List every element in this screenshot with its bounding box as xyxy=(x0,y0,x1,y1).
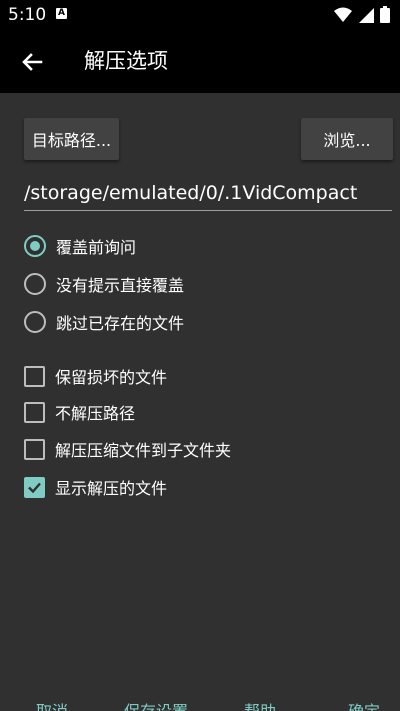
destination-path-input[interactable]: /storage/emulated/0/.1VidCompact xyxy=(24,178,392,211)
status-bar: 5:10 A xyxy=(0,0,400,30)
radio-label: 没有提示直接覆盖 xyxy=(56,276,185,295)
battery-icon xyxy=(380,6,390,23)
checkbox-indicator xyxy=(24,476,45,498)
checkbox-extract-to-subfolder[interactable]: 解压压缩文件到子文件夹 xyxy=(24,434,231,464)
checkbox-keep-broken-files[interactable]: 保留损坏的文件 xyxy=(24,361,167,391)
notification-badge: A xyxy=(56,8,67,19)
checkbox-show-extracted-files[interactable]: 显示解压的文件 xyxy=(24,472,167,502)
status-time: 5:10 xyxy=(8,5,47,25)
status-icons xyxy=(334,6,390,23)
checkbox-label: 解压压缩文件到子文件夹 xyxy=(55,441,232,460)
checkbox-label: 保留损坏的文件 xyxy=(55,368,168,387)
checkbox-label: 不解压路径 xyxy=(55,404,136,423)
help-button[interactable]: 帮助 xyxy=(244,698,276,711)
arrow-left-icon xyxy=(22,53,43,71)
checkbox-label: 显示解压的文件 xyxy=(55,479,168,498)
browse-button[interactable]: 浏览... xyxy=(301,118,393,160)
back-button[interactable] xyxy=(14,46,50,78)
radio-ask-before-overwrite[interactable]: 覆盖前询问 xyxy=(24,231,136,261)
radio-indicator xyxy=(24,235,46,257)
checkbox-no-paths[interactable]: 不解压路径 xyxy=(24,397,135,427)
destination-path-value: /storage/emulated/0/.1VidCompact xyxy=(24,182,358,204)
bottom-action-bar: 取消 保存设置 帮助 确定 xyxy=(0,690,400,711)
radio-label: 跳过已存在的文件 xyxy=(56,314,185,333)
radio-indicator xyxy=(24,311,46,333)
page-title: 解压选项 xyxy=(84,49,168,73)
checkmark-icon xyxy=(28,482,41,493)
radio-overwrite-without-prompt[interactable]: 没有提示直接覆盖 xyxy=(24,269,184,299)
app-bar: 解压选项 xyxy=(0,30,400,93)
radio-indicator xyxy=(24,273,46,295)
checkbox-indicator xyxy=(24,365,45,387)
radio-label: 覆盖前询问 xyxy=(56,238,137,257)
wifi-icon xyxy=(334,7,352,22)
save-settings-button[interactable]: 保存设置 xyxy=(124,698,188,711)
checkbox-indicator xyxy=(24,438,45,460)
radio-skip-existing[interactable]: 跳过已存在的文件 xyxy=(24,307,184,337)
target-path-button[interactable]: 目标路径... xyxy=(24,118,119,160)
ok-button[interactable]: 确定 xyxy=(348,698,380,711)
cancel-button[interactable]: 取消 xyxy=(36,698,68,711)
signal-icon xyxy=(359,7,374,23)
checkbox-indicator xyxy=(24,401,45,423)
